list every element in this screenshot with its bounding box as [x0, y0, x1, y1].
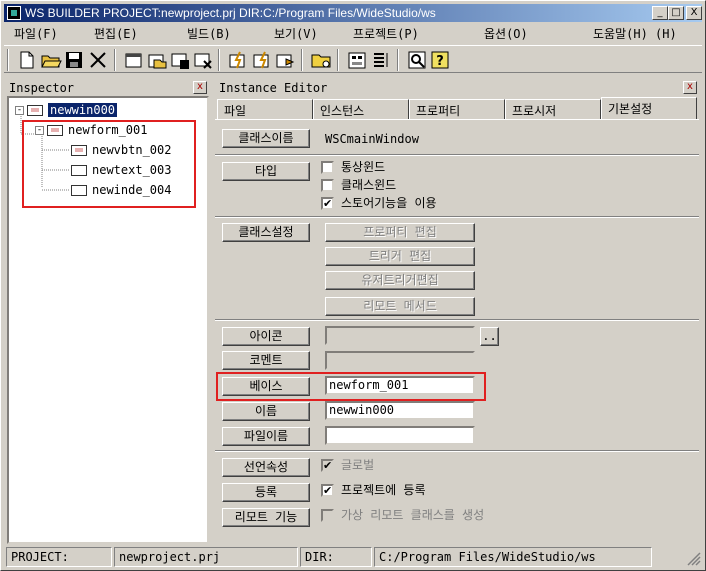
editor-tabs: 파일 인스턴스 프로퍼티 프로시저 기본설정: [217, 97, 697, 119]
help-icon[interactable]: ?: [429, 49, 451, 71]
declaration-button[interactable]: 선언속성: [222, 458, 310, 477]
status-project-label: PROJECT:: [6, 547, 112, 567]
save-icon[interactable]: [63, 49, 85, 71]
class-settings-button[interactable]: 클래스설정: [222, 223, 310, 242]
resize-grip-icon[interactable]: [687, 552, 701, 566]
divider: [215, 216, 699, 218]
store-function-checkbox[interactable]: ✔: [321, 197, 334, 210]
collapse-icon[interactable]: -: [15, 106, 24, 115]
tab-instance[interactable]: 인스턴스: [313, 99, 409, 119]
status-project-value: newproject.prj: [114, 547, 298, 567]
inspector-title: Inspector: [9, 81, 75, 95]
normal-window-label: 통상윈드: [341, 160, 386, 174]
menu-edit[interactable]: 편집(E): [94, 25, 138, 42]
menu-options[interactable]: 옵션(O): [484, 25, 528, 42]
main-window: WS BUILDER PROJECT:newproject.prj DIR:C:…: [0, 0, 706, 571]
status-dir-value: C:/Program Files/WideStudio/ws: [374, 547, 652, 567]
tab-settings[interactable]: 기본설정: [601, 97, 697, 119]
menu-build[interactable]: 빌드(B): [187, 25, 231, 42]
tab-procedure[interactable]: 프로시저: [505, 99, 601, 119]
icon-field[interactable]: [325, 326, 475, 345]
menu-project[interactable]: 프로젝트(P): [353, 25, 419, 42]
tab-file[interactable]: 파일: [217, 99, 313, 119]
window-title: WS BUILDER PROJECT:newproject.prj DIR:C:…: [25, 6, 436, 20]
editor-title: Instance Editor: [219, 81, 328, 95]
run-icon[interactable]: [274, 49, 296, 71]
divider: [215, 450, 699, 452]
name-field[interactable]: newwin000: [325, 401, 475, 420]
editor-close-icon[interactable]: x: [683, 81, 697, 94]
menu-help[interactable]: 도움말(H) (H): [593, 25, 677, 42]
file-name-field[interactable]: [325, 426, 475, 445]
store-function-label: 스토어기능을 이용: [341, 196, 437, 210]
close-window-icon[interactable]: [192, 49, 214, 71]
folder-icon[interactable]: [310, 49, 332, 71]
close-button[interactable]: X: [686, 6, 702, 20]
tree-highlight-box: [22, 120, 196, 208]
file-name-button[interactable]: 파일이름: [222, 427, 310, 446]
class-name-value: WSCmainWindow: [325, 132, 419, 146]
minimize-button[interactable]: _: [652, 6, 668, 20]
remote-class-label: 가상 리모트 클래스를 생성: [341, 508, 485, 522]
find-icon[interactable]: [406, 49, 428, 71]
comment-field[interactable]: [325, 351, 475, 370]
tree-node-window[interactable]: - newwin000: [15, 102, 118, 118]
window-icon: [27, 105, 43, 116]
status-dir-label: DIR:: [300, 547, 372, 567]
menu-view[interactable]: 보기(V): [274, 25, 318, 42]
icon-browse-button[interactable]: ..: [480, 327, 499, 346]
global-label: 글로벌: [341, 458, 375, 472]
remote-class-checkbox[interactable]: [321, 509, 334, 522]
divider: [215, 154, 699, 156]
base-highlight-box: [216, 372, 486, 401]
app-icon: [7, 6, 21, 20]
title-bar[interactable]: WS BUILDER PROJECT:newproject.prj DIR:C:…: [4, 4, 702, 22]
tree-label: newwin000: [48, 103, 118, 117]
class-window-label: 클래스윈드: [341, 178, 397, 192]
new-window-icon[interactable]: [123, 49, 145, 71]
remote-method-button[interactable]: 리모트 메서드: [325, 297, 475, 316]
register-project-checkbox[interactable]: ✔: [321, 484, 334, 497]
edit-property-button[interactable]: 프로퍼티 편집: [325, 223, 475, 242]
toolbar: ?: [4, 45, 702, 73]
comment-button[interactable]: 코멘트: [222, 351, 310, 370]
menu-file[interactable]: 파일(F): [14, 25, 58, 42]
inspector-close-icon[interactable]: x: [193, 81, 207, 94]
name-button[interactable]: 이름: [222, 402, 310, 421]
list-icon[interactable]: [370, 49, 392, 71]
new-file-icon[interactable]: [16, 49, 38, 71]
class-name-button[interactable]: 클래스이름: [222, 129, 310, 148]
open-folder-icon[interactable]: [40, 49, 62, 71]
remote-function-button[interactable]: 리모트 기능: [222, 508, 310, 527]
cut-icon[interactable]: [87, 49, 109, 71]
class-window-checkbox[interactable]: [321, 179, 334, 192]
build-icon[interactable]: [227, 49, 249, 71]
make-icon[interactable]: [251, 49, 273, 71]
open-window-icon[interactable]: [146, 49, 168, 71]
tab-property[interactable]: 프로퍼티: [409, 99, 505, 119]
menu-bar: 파일(F) 편집(E) 빌드(B) 보기(V) 프로젝트(P) 옵션(O) 도움…: [4, 23, 702, 43]
save-window-icon[interactable]: [169, 49, 191, 71]
type-button[interactable]: 타입: [222, 162, 310, 181]
svg-text:?: ?: [436, 54, 444, 69]
editor-icon[interactable]: [346, 49, 368, 71]
divider: [215, 319, 699, 321]
global-checkbox[interactable]: ✔: [321, 459, 334, 472]
icon-button[interactable]: 아이콘: [222, 327, 310, 346]
register-project-label: 프로젝트에 등록: [341, 483, 426, 497]
register-button[interactable]: 등록: [222, 483, 310, 502]
maximize-button[interactable]: □: [668, 6, 684, 20]
edit-user-trigger-button[interactable]: 유저트리거편집: [325, 271, 475, 290]
edit-trigger-button[interactable]: 트리거 편집: [325, 247, 475, 266]
normal-window-checkbox[interactable]: [321, 161, 334, 174]
